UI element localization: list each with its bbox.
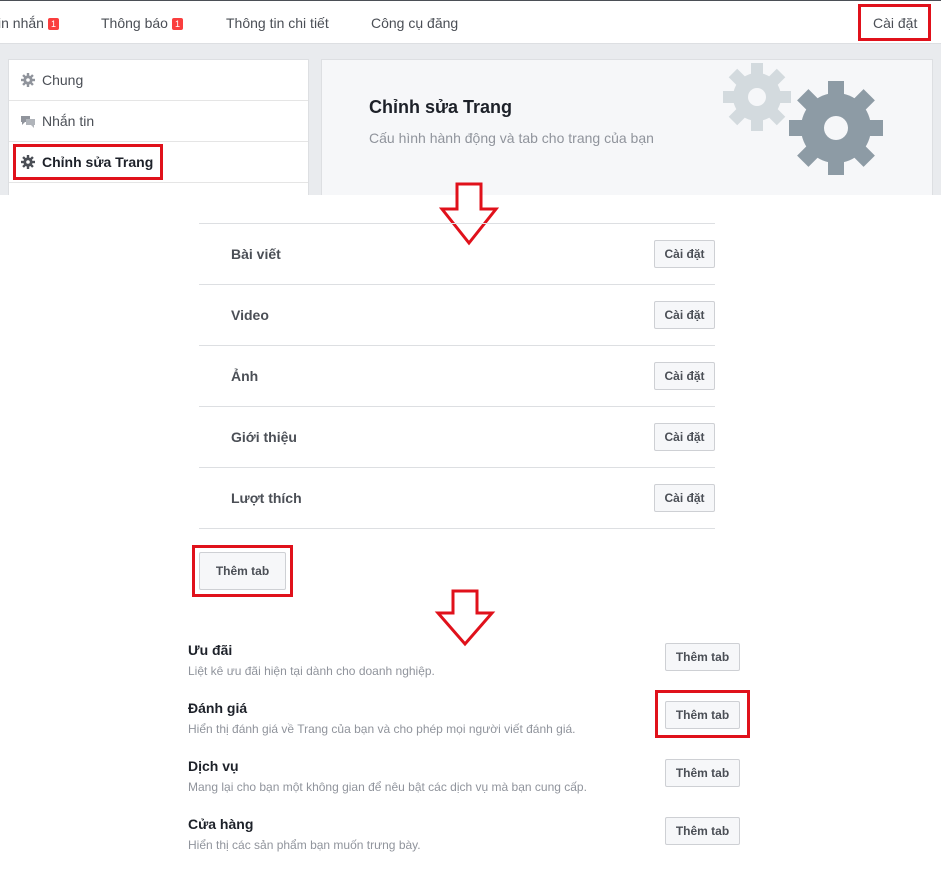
tab-option-services: Dịch vụ Mang lại cho bạn một không gian … xyxy=(188,758,748,816)
tab-row: Bài viết Cài đặt xyxy=(199,224,715,285)
chat-bubbles-icon xyxy=(21,116,35,128)
tab-option-shop: Cửa hàng Hiển thị các sản phẩm bạn muốn … xyxy=(188,816,748,874)
tab-option-description: Hiển thị các sản phẩm bạn muốn trưng bày… xyxy=(188,838,421,852)
tab-row: Video Cài đặt xyxy=(199,285,715,346)
tab-option-description: Mang lại cho bạn một không gian để nêu b… xyxy=(188,780,587,794)
tab-list: Bài viết Cài đặt Video Cài đặt Ảnh Cài đ… xyxy=(199,223,715,529)
highlight-box xyxy=(858,4,931,41)
tab-name: Giới thiệu xyxy=(231,429,297,445)
sidebar-item-label: Nhắn tin xyxy=(42,113,95,129)
nav-item-messages[interactable]: in nhắn 1 xyxy=(0,15,59,31)
add-offers-tab-button[interactable]: Thêm tab xyxy=(665,643,740,671)
tab-row: Giới thiệu Cài đặt xyxy=(199,407,715,468)
edit-page-header: Chỉnh sửa Trang Cấu hình hành động và ta… xyxy=(321,59,933,195)
add-shop-tab-button[interactable]: Thêm tab xyxy=(665,817,740,845)
page-subtitle: Cấu hình hành động và tab cho trang của … xyxy=(369,130,654,146)
nav-item-label: Công cụ đăng xyxy=(371,15,459,31)
page-title: Chỉnh sửa Trang xyxy=(369,97,513,117)
tab-settings-button[interactable]: Cài đặt xyxy=(654,484,715,512)
tab-settings-button[interactable]: Cài đặt xyxy=(654,423,715,451)
down-arrow-icon xyxy=(434,589,496,647)
nav-item-insights[interactable]: Thông tin chi tiết xyxy=(226,15,329,31)
sidebar-item-messaging[interactable]: Nhắn tin xyxy=(9,101,308,142)
tab-settings-button[interactable]: Cài đặt xyxy=(654,240,715,268)
tab-option-title: Ưu đãi xyxy=(188,642,233,658)
notification-badge: 1 xyxy=(171,18,183,30)
tab-name: Video xyxy=(231,307,269,323)
tab-option-title: Dịch vụ xyxy=(188,758,239,774)
tab-row: Lượt thích Cài đặt xyxy=(199,468,715,529)
tab-row: Ảnh Cài đặt xyxy=(199,346,715,407)
nav-item-label: Thông tin chi tiết xyxy=(226,15,329,31)
nav-item-label: Thông báo xyxy=(101,15,168,31)
gears-icon xyxy=(723,63,883,175)
tab-settings-button[interactable]: Cài đặt xyxy=(654,362,715,390)
highlight-box xyxy=(192,545,293,597)
tab-settings-button[interactable]: Cài đặt xyxy=(654,301,715,329)
gear-icon xyxy=(21,73,35,87)
sidebar-item-label: Chung xyxy=(42,72,84,88)
notification-badge: 1 xyxy=(47,18,59,30)
tab-option-title: Cửa hàng xyxy=(188,816,254,832)
tab-name: Ảnh xyxy=(231,368,259,384)
sidebar-item-general[interactable]: Chung xyxy=(9,60,308,101)
tab-name: Lượt thích xyxy=(231,490,302,506)
tab-option-description: Liệt kê ưu đãi hiện tại dành cho doanh n… xyxy=(188,664,435,678)
tab-option-description: Hiển thị đánh giá về Trang của bạn và ch… xyxy=(188,722,576,736)
top-navigation: in nhắn 1 Thông báo 1 Thông tin chi tiết C… xyxy=(0,0,941,44)
highlight-box xyxy=(655,690,750,738)
nav-item-label: in nhắn xyxy=(0,15,44,31)
nav-item-publishing-tools[interactable]: Công cụ đăng xyxy=(371,15,458,31)
add-services-tab-button[interactable]: Thêm tab xyxy=(665,759,740,787)
highlight-box xyxy=(13,144,163,180)
tab-option-title: Đánh giá xyxy=(188,700,248,716)
nav-item-notifications[interactable]: Thông báo 1 xyxy=(101,15,183,31)
tab-name: Bài viết xyxy=(231,246,281,262)
